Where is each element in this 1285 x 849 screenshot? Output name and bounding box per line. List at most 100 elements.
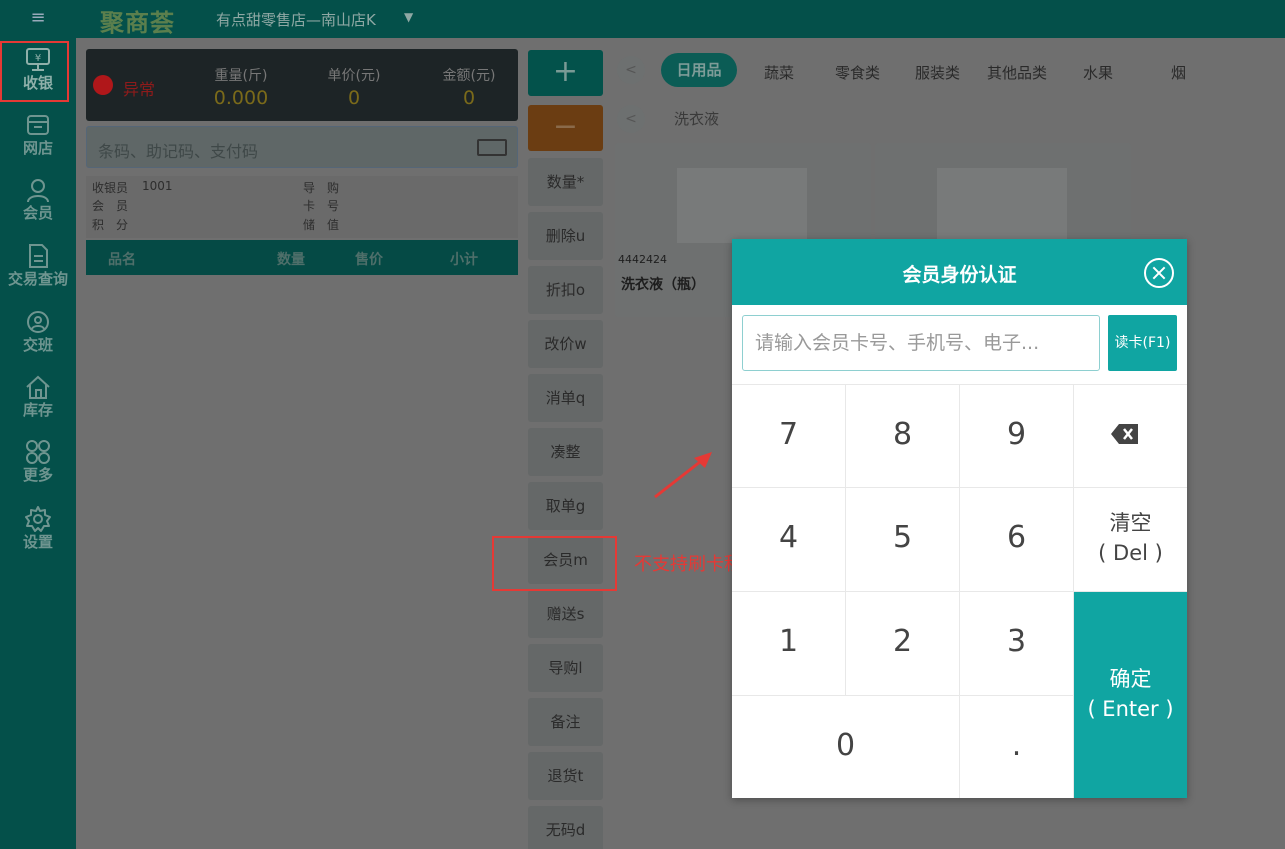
app-logo: 聚商荟 — [100, 9, 175, 37]
tab-daily-goods[interactable]: 日用品 — [661, 53, 737, 87]
top-bar: ≡ 聚商荟 有点甜零售店—南山店K ▼ — [0, 0, 1285, 38]
shift-icon — [27, 311, 49, 333]
clear-label: 清空 — [1109, 511, 1152, 535]
keypad-8[interactable]: 8 — [846, 384, 960, 488]
weight-readout: 重量(斤) 0.000 — [196, 65, 286, 109]
keypad-5[interactable]: 5 — [846, 488, 960, 592]
sidebar-item-inventory[interactable]: 库存 — [0, 369, 76, 433]
sidebar-item-label: 库存 — [22, 401, 53, 419]
confirm-shortcut: ( Enter ) — [1087, 697, 1174, 721]
points-label: 积 分 — [92, 218, 129, 232]
keypad-0[interactable]: 0 — [732, 696, 960, 798]
retrieve-order-button[interactable]: 取单g — [528, 482, 603, 530]
chevron-down-icon[interactable]: ▼ — [404, 10, 413, 24]
home-icon — [26, 375, 50, 399]
member-card-input[interactable] — [742, 315, 1100, 371]
cashier-value: 1001 — [142, 179, 173, 193]
highlight-box — [0, 41, 69, 102]
sidebar-item-settings[interactable]: 设置 — [0, 501, 76, 565]
gift-button[interactable]: 赠送s — [528, 590, 603, 638]
tab-snacks[interactable]: 零食类 — [835, 62, 880, 83]
delete-button[interactable]: 删除u — [528, 212, 603, 260]
column-header: 小计 — [450, 252, 478, 268]
chevron-left-icon[interactable]: < — [617, 105, 645, 133]
annotation-highlight-box — [492, 536, 617, 591]
remark-button[interactable]: 备注 — [528, 698, 603, 746]
change-price-button[interactable]: 改价w — [528, 320, 603, 368]
modal-title: 会员身份认证 — [902, 264, 1017, 286]
annotation-arrow-icon — [654, 452, 712, 499]
menu-icon[interactable]: ≡ — [28, 8, 48, 28]
clear-shortcut: ( Del ) — [1098, 541, 1163, 565]
sales-guide-button[interactable]: 导购l — [528, 644, 603, 692]
weight-value: 0.000 — [213, 87, 269, 109]
tab-other[interactable]: 其他品类 — [987, 62, 1047, 83]
subcategory-label[interactable]: 洗衣液 — [674, 108, 719, 129]
stored-value-label: 储 值 — [303, 218, 340, 232]
keypad-6[interactable]: 6 — [960, 488, 1074, 592]
weight-label: 重量(斤) — [214, 68, 268, 84]
member-label: 会 员 — [92, 199, 129, 213]
quantity-button[interactable]: 数量* — [528, 158, 603, 206]
backspace-icon — [1111, 424, 1138, 444]
keypad-2[interactable]: 2 — [846, 592, 960, 696]
sidebar-item-shift[interactable]: 交班 — [0, 304, 76, 368]
product-code: 4442424 — [618, 253, 667, 266]
modal-header: 会员身份认证 — [732, 239, 1187, 305]
confirm-button[interactable]: 确定 ( Enter ) — [1074, 592, 1187, 798]
sidebar-item-transactions[interactable]: 交易查询 — [0, 238, 76, 302]
keypad-1[interactable]: 1 — [732, 592, 846, 696]
member-auth-modal: 会员身份认证 读卡(F1) 7 8 9 4 5 6 清空 ( Del ) 1 2… — [732, 239, 1187, 798]
sidebar-item-label: 设置 — [22, 533, 53, 551]
status-indicator-icon — [93, 75, 113, 95]
tab-vegetables[interactable]: 蔬菜 — [764, 62, 794, 83]
sidebar: ¥ 收银 网店 会员 交易查询 交班 库存 更多 设置 — [0, 38, 76, 849]
sidebar-item-more[interactable]: 更多 — [0, 434, 76, 498]
cancel-order-button[interactable]: 消单q — [528, 374, 603, 422]
scale-status: 异常 — [123, 80, 156, 99]
scale-panel: 异常 重量(斤) 0.000 单价(元) 0 金额(元) 0 — [86, 49, 518, 121]
round-off-button[interactable]: 凑整 — [528, 428, 603, 476]
price-value: 0 — [347, 87, 361, 109]
no-barcode-button[interactable]: 无码d — [528, 806, 603, 849]
read-card-button[interactable]: 读卡(F1) — [1108, 315, 1177, 371]
guide-label: 导 购 — [303, 181, 340, 195]
image-placeholder-icon — [677, 168, 807, 243]
sidebar-item-label: 网店 — [22, 139, 53, 157]
add-quantity-button[interactable]: + — [528, 50, 603, 96]
tab-fruit[interactable]: 水果 — [1083, 62, 1113, 83]
grid-icon — [26, 440, 50, 464]
keypad-7[interactable]: 7 — [732, 384, 846, 488]
keypad-3[interactable]: 3 — [960, 592, 1074, 696]
category-tabs: < 日用品 蔬菜 零食类 服装类 其他品类 水果 烟 — [614, 50, 1285, 90]
amount-readout: 金额(元) 0 — [424, 65, 514, 109]
card-label: 卡 号 — [303, 199, 340, 213]
price-label: 单价(元) — [327, 68, 381, 84]
subtract-quantity-button[interactable]: − — [528, 105, 603, 151]
backspace-button[interactable] — [1074, 384, 1187, 488]
close-icon[interactable] — [1144, 258, 1174, 288]
return-button[interactable]: 退货t — [528, 752, 603, 800]
chevron-left-icon[interactable]: < — [617, 56, 645, 84]
store-icon — [27, 115, 49, 135]
column-header: 数量 — [277, 252, 305, 268]
price-readout: 单价(元) 0 — [309, 65, 399, 109]
order-info: 收银员 1001 会 员 积 分 导 购 卡 号 储 值 — [86, 176, 518, 238]
column-header: 售价 — [355, 252, 383, 268]
keypad-decimal[interactable]: . — [960, 696, 1074, 798]
sidebar-item-member[interactable]: 会员 — [0, 172, 76, 236]
keypad-9[interactable]: 9 — [960, 384, 1074, 488]
discount-button[interactable]: 折扣o — [528, 266, 603, 314]
clear-button[interactable]: 清空 ( Del ) — [1074, 488, 1187, 592]
search-placeholder: 条码、助记码、支付码 — [98, 142, 259, 161]
store-name[interactable]: 有点甜零售店—南山店K — [216, 9, 376, 30]
sidebar-item-label: 会员 — [22, 204, 53, 222]
barcode-search-input[interactable]: 条码、助记码、支付码 — [86, 126, 518, 168]
confirm-label: 确定 — [1109, 667, 1152, 691]
document-icon — [29, 244, 48, 268]
sidebar-item-online-store[interactable]: 网店 — [0, 107, 76, 171]
keyboard-icon[interactable] — [477, 139, 507, 156]
tab-tobacco[interactable]: 烟 — [1171, 62, 1186, 83]
keypad-4[interactable]: 4 — [732, 488, 846, 592]
tab-clothing[interactable]: 服装类 — [915, 62, 960, 83]
